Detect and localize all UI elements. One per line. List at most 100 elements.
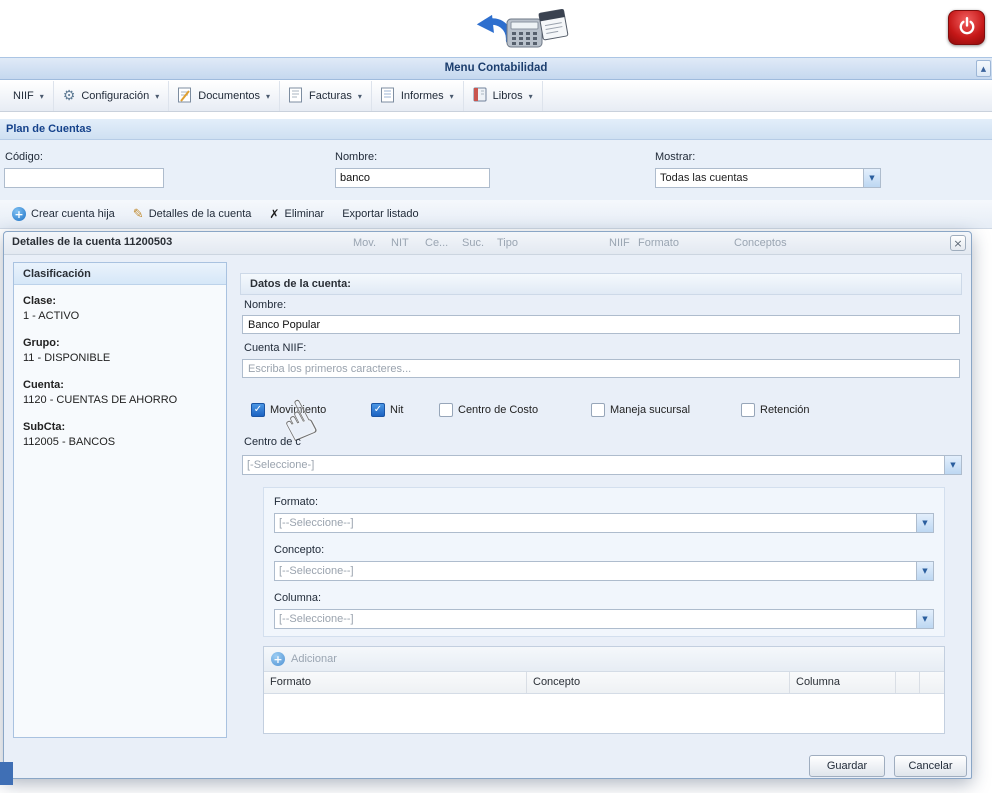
header-icon-group [472,6,572,55]
document-pencil-icon [178,87,192,106]
menu-item-configuracion[interactable]: ⚙ Configuración ▾ [54,81,169,111]
grupo-field: Grupo: 11 - DISPONIBLE [23,337,217,364]
main-menu: NIIF ▾ ⚙ Configuración ▾ Documentos ▾ [0,81,992,112]
pencil-icon: ✎ [133,208,144,221]
column-header-formato[interactable]: Formato [264,672,527,693]
columna-label: Columna: [274,592,321,604]
field-label: SubCta: [23,421,217,433]
menu-item-niif[interactable]: NIIF ▾ [4,81,54,111]
checkbox-label: Movimiento [270,404,326,416]
formato-value: [--Seleccione--] [275,514,916,532]
menu-item-facturas[interactable]: Facturas ▾ [280,81,372,111]
delete-x-icon: ✗ [269,208,279,220]
button-label: Detalles de la cuenta [149,208,252,220]
plus-icon: + [271,652,285,666]
menu-item-label: Configuración [81,90,149,102]
plus-icon: + [12,207,26,221]
codigo-input[interactable] [4,168,164,188]
button-label: Eliminar [284,208,324,220]
field-label: Cuenta: [23,379,217,391]
column-header-empty [896,672,920,693]
checkbox-label: Centro de Costo [458,404,538,416]
notes-icon[interactable] [536,8,572,45]
combo-arrow-icon[interactable]: ▼ [916,562,933,580]
checkbox-label: Maneja sucursal [610,404,690,416]
app-root: Menu Contabilidad ▲ NIIF ▾ ⚙ Configuraci… [0,0,992,793]
cuenta-niif-label: Cuenta NIIF: [244,342,306,354]
exportar-listado-button[interactable]: Exportar listado [335,205,425,223]
chevron-down-icon: ▾ [155,92,159,101]
checkbox-box[interactable]: ✓ [439,403,453,417]
menu-item-documentos[interactable]: Documentos ▾ [169,81,280,111]
cuenta-niif-input[interactable] [242,359,960,378]
retencion-checkbox[interactable]: ✓ Retención [741,403,810,417]
nit-checkbox[interactable]: ✓ Nit [371,403,403,417]
detalles-cuenta-dialog: Detalles de la cuenta 11200503 Mov. NIT … [3,231,972,779]
chevron-down-icon: ▾ [450,92,454,101]
chevron-down-icon: ▾ [266,92,270,101]
top-header [0,0,992,56]
panel-title: Plan de Cuentas [6,123,92,135]
nombre-filter-label: Nombre: [335,151,377,163]
crear-cuenta-hija-button[interactable]: + Crear cuenta hija [5,204,122,224]
field-label: Clase: [23,295,217,307]
maneja-sucursal-checkbox[interactable]: ✓ Maneja sucursal [591,403,690,417]
grid-header-nit: NIT [391,237,409,249]
field-label: Grupo: [23,337,217,349]
book-icon [473,87,487,105]
codigo-label: Código: [5,151,43,163]
checkbox-box[interactable]: ✓ [591,403,605,417]
formato-grid-panel: + Adicionar Formato Concepto Columna [263,646,945,734]
menu-item-libros[interactable]: Libros ▾ [464,81,543,111]
clasificacion-body: Clase: 1 - ACTIVO Grupo: 11 - DISPONIBLE… [14,285,226,473]
columna-combobox[interactable]: [--Seleccione--] ▼ [274,609,934,629]
formato-combobox[interactable]: [--Seleccione--] ▼ [274,513,934,533]
checkbox-box[interactable]: ✓ [251,403,265,417]
centro-costo-value: [-Seleccione-] [243,456,944,474]
column-header-columna[interactable]: Columna [790,672,896,693]
guardar-button[interactable]: Guardar [809,755,885,777]
close-icon[interactable]: × [950,235,966,251]
cancelar-button[interactable]: Cancelar [894,755,967,777]
check-icon: ✓ [374,405,382,415]
checkbox-box[interactable]: ✓ [741,403,755,417]
grid-header-row: Formato Concepto Columna [264,672,944,694]
chevron-down-icon: ▾ [40,92,44,101]
column-header-empty [920,672,944,693]
clasificacion-panel: Clasificación Clase: 1 - ACTIVO Grupo: 1… [13,262,227,738]
dialog-titlebar[interactable]: Detalles de la cuenta 11200503 Mov. NIT … [4,232,971,255]
nombre-input[interactable] [242,315,960,334]
menu-item-informes[interactable]: Informes ▾ [372,81,464,111]
concepto-label: Concepto: [274,544,324,556]
checkbox-box[interactable]: ✓ [371,403,385,417]
column-header-concepto[interactable]: Concepto [527,672,790,693]
combo-arrow-icon[interactable]: ▼ [916,610,933,628]
button-label: Crear cuenta hija [31,208,115,220]
cuenta-field: Cuenta: 1120 - CUENTAS DE AHORRO [23,379,217,406]
movimiento-checkbox[interactable]: ✓ Movimiento [251,403,326,417]
power-button[interactable] [948,10,985,45]
centro-costo-label: Centro de c [244,436,301,448]
menu-item-label: Facturas [309,90,352,102]
combo-arrow-icon[interactable]: ▼ [863,169,880,187]
concepto-value: [--Seleccione--] [275,562,916,580]
detalles-cuenta-button[interactable]: ✎ Detalles de la cuenta [126,205,259,224]
mostrar-combobox[interactable]: Todas las cuentas ▼ [655,168,881,188]
power-icon [956,15,978,40]
gear-icon: ⚙ [63,89,76,103]
menu-contabilidad-bar: Menu Contabilidad ▲ [0,57,992,80]
concepto-combobox[interactable]: [--Seleccione--] ▼ [274,561,934,581]
subcta-field: SubCta: 112005 - BANCOS [23,421,217,448]
clase-field: Clase: 1 - ACTIVO [23,295,217,322]
eliminar-button[interactable]: ✗ Eliminar [262,205,331,223]
nombre-filter-input[interactable] [335,168,490,188]
combo-arrow-icon[interactable]: ▼ [916,514,933,532]
menu-item-label: NIIF [13,90,34,102]
centro-de-costo-checkbox[interactable]: ✓ Centro de Costo [439,403,538,417]
adicionar-button[interactable]: Adicionar [291,653,337,665]
grid-header-ce: Ce... [425,237,448,249]
centro-costo-combobox[interactable]: [-Seleccione-] ▼ [242,455,962,475]
collapse-up-icon[interactable]: ▲ [976,60,991,77]
combo-arrow-icon[interactable]: ▼ [944,456,961,474]
formato-label: Formato: [274,496,318,508]
